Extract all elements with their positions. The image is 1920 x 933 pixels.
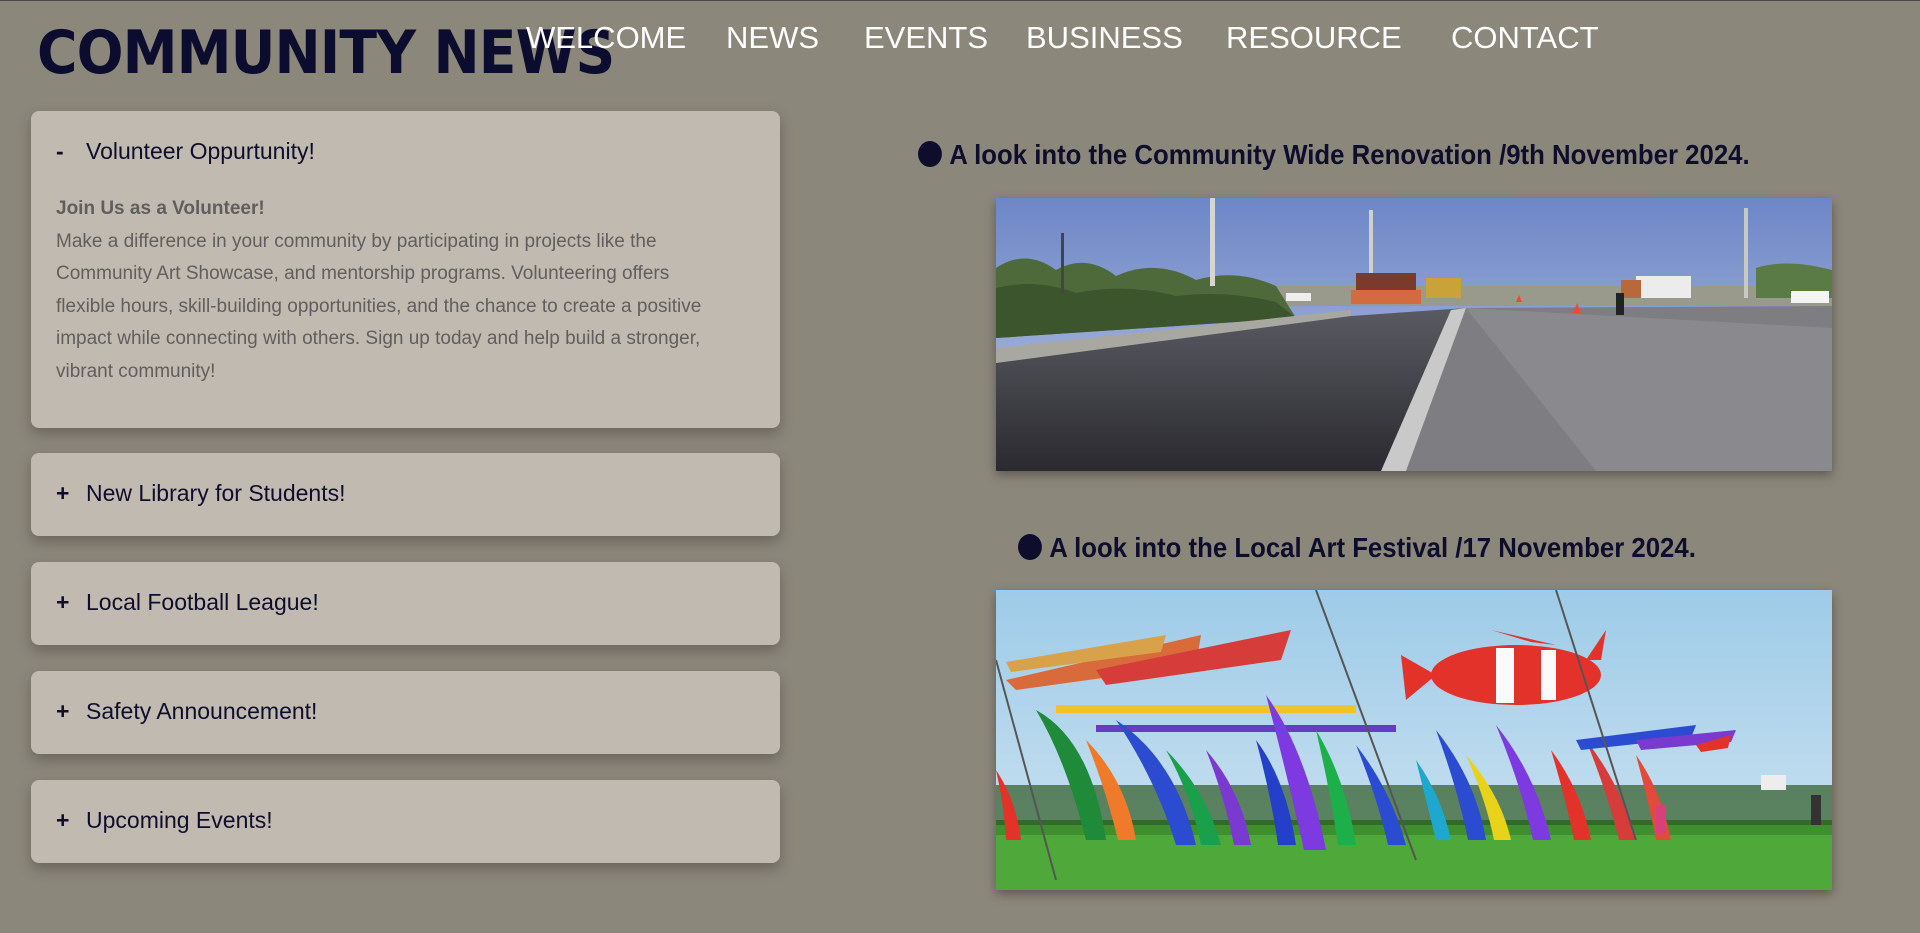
accordion-football[interactable]: + Local Football League! [31,562,780,645]
article-title-text: A look into the Community Wide Renovatio… [949,139,1750,170]
top-border [0,0,1920,1]
accordion-title: Safety Announcement! [86,698,318,724]
accordion-library[interactable]: + New Library for Students! [31,453,780,536]
nav-contact[interactable]: CONTACT [1451,16,1599,60]
expand-icon: + [56,589,70,615]
kite-festival-photo [996,590,1832,890]
expand-icon: + [56,480,70,506]
bullet-icon [1018,534,1042,560]
volunteer-text-line: Community Art Showcase, and mentorship p… [56,263,670,284]
volunteer-text-line: vibrant community! [56,360,216,382]
article-title-renovation: A look into the Community Wide Renovatio… [918,139,1750,171]
nav-news[interactable]: NEWS [726,16,819,60]
accordion-header-football[interactable]: + Local Football League! [56,589,319,616]
accordion-title: Volunteer Oppurtunity! [86,138,315,164]
road-renovation-photo [996,198,1832,471]
accordion-title: New Library for Students! [86,480,346,506]
volunteer-text-line: flexible hours, skill-building opportuni… [56,295,702,317]
volunteer-heading: Join Us as a Volunteer! [56,198,265,219]
expand-icon: + [56,698,70,724]
nav-events[interactable]: EVENTS [864,16,988,60]
accordion-header-volunteer[interactable]: - Volunteer Oppurtunity! [56,138,315,165]
accordion-volunteer: - Volunteer Oppurtunity! Join Us as a Vol… [31,111,780,428]
expand-icon: + [56,807,70,833]
nav-business[interactable]: BUSINESS [1026,16,1183,60]
accordion-events[interactable]: + Upcoming Events! [31,780,780,863]
accordion-header-library[interactable]: + New Library for Students! [56,480,346,507]
nav-welcome[interactable]: WELCOME [526,16,686,60]
article-title-text: A look into the Local Art Festival /17 N… [1049,532,1696,563]
volunteer-text-line: impact while connecting with others. Sig… [56,328,701,349]
accordion-header-events[interactable]: + Upcoming Events! [56,807,273,834]
nav-resource[interactable]: RESOURCE [1226,16,1402,60]
accordion-title: Local Football League! [86,589,319,615]
accordion-content: Join Us as a Volunteer! Make a differenc… [56,193,756,388]
accordion-safety[interactable]: + Safety Announcement! [31,671,780,754]
accordion-title: Upcoming Events! [86,807,273,833]
volunteer-text-line: Make a difference in your community by p… [56,230,657,252]
accordion-header-safety[interactable]: + Safety Announcement! [56,698,317,725]
collapse-icon: - [56,138,64,164]
bullet-icon [918,141,942,167]
article-title-art-festival: A look into the Local Art Festival /17 N… [1018,532,1696,564]
